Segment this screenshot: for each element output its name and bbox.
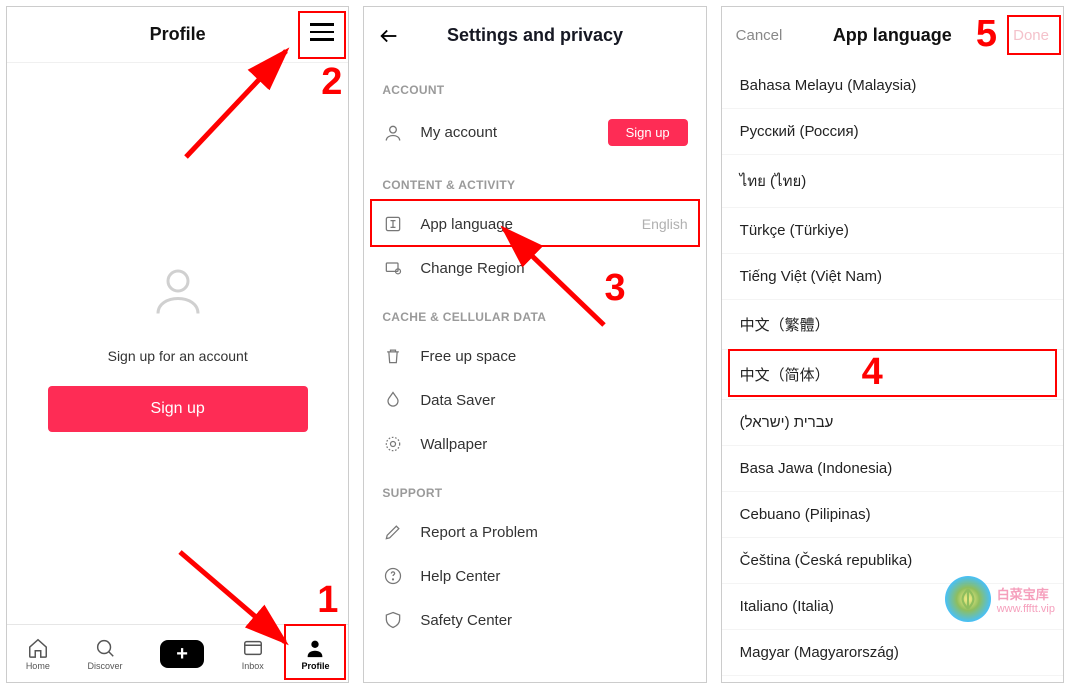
my-account-signup-button[interactable]: Sign up bbox=[608, 119, 688, 146]
region-icon bbox=[382, 258, 404, 278]
tab-discover[interactable]: Discover bbox=[87, 637, 122, 671]
tab-profile[interactable]: Profile bbox=[301, 637, 329, 671]
language-header: Cancel App language Done bbox=[722, 7, 1063, 63]
avatar-placeholder-icon bbox=[143, 256, 213, 326]
screen-profile: Profile Sign up for an account Sign up H… bbox=[6, 6, 349, 683]
pencil-icon bbox=[382, 522, 404, 542]
profile-body: Sign up for an account Sign up bbox=[7, 63, 348, 624]
language-option[interactable]: Magyar (Magyarország) bbox=[722, 630, 1063, 676]
help-icon bbox=[382, 566, 404, 586]
screen-settings: Settings and privacy ACCOUNT My account … bbox=[363, 6, 706, 683]
watermark-url: www.ffftt.vip bbox=[997, 603, 1055, 615]
plus-icon: + bbox=[176, 644, 188, 664]
watermark: 白菜宝库 www.ffftt.vip bbox=[945, 576, 1055, 622]
wallpaper-icon bbox=[382, 434, 404, 454]
row-safety-center-label: Safety Center bbox=[420, 612, 687, 629]
signup-button[interactable]: Sign up bbox=[48, 386, 308, 432]
language-option[interactable]: Basa Jawa (Indonesia) bbox=[722, 446, 1063, 492]
tab-discover-label: Discover bbox=[87, 661, 122, 671]
row-my-account-label: My account bbox=[420, 124, 591, 141]
home-icon bbox=[27, 637, 49, 659]
language-option[interactable]: 中文（简体） bbox=[722, 350, 1063, 400]
inbox-icon bbox=[242, 637, 264, 659]
row-wallpaper-label: Wallpaper bbox=[420, 436, 687, 453]
row-app-language[interactable]: App language English bbox=[364, 202, 705, 246]
language-option[interactable]: 中文（繁體） bbox=[722, 300, 1063, 350]
language-option[interactable]: Русский (Россия) bbox=[722, 109, 1063, 155]
section-account: ACCOUNT bbox=[364, 63, 705, 107]
row-my-account[interactable]: My account Sign up bbox=[364, 107, 705, 158]
done-button[interactable]: Done bbox=[1013, 27, 1049, 44]
settings-body: ACCOUNT My account Sign up CONTENT & ACT… bbox=[364, 63, 705, 682]
section-cache: CACHE & CELLULAR DATA bbox=[364, 290, 705, 334]
row-data-saver[interactable]: Data Saver bbox=[364, 378, 705, 422]
row-data-saver-label: Data Saver bbox=[420, 392, 687, 409]
watermark-orb-icon bbox=[945, 576, 991, 622]
droplet-icon bbox=[382, 390, 404, 410]
language-icon bbox=[382, 214, 404, 234]
row-safety-center[interactable]: Safety Center bbox=[364, 598, 705, 642]
language-option[interactable]: Türkçe (Türkiye) bbox=[722, 208, 1063, 254]
tab-home-label: Home bbox=[26, 661, 50, 671]
watermark-title: 白菜宝库 bbox=[997, 584, 1055, 603]
row-change-region[interactable]: Change Region bbox=[364, 246, 705, 290]
language-option[interactable]: Tiếng Việt (Việt Nam) bbox=[722, 254, 1063, 300]
profile-header: Profile bbox=[7, 7, 348, 63]
cancel-button[interactable]: Cancel bbox=[736, 27, 783, 44]
person-icon bbox=[382, 123, 404, 143]
screen-language: Cancel App language Done Bahasa Melayu (… bbox=[721, 6, 1064, 683]
tab-create-button[interactable]: + bbox=[160, 640, 204, 668]
row-free-up-space[interactable]: Free up space bbox=[364, 334, 705, 378]
row-report-problem-label: Report a Problem bbox=[420, 524, 687, 541]
language-option[interactable]: עברית (ישראל) bbox=[722, 400, 1063, 446]
hamburger-icon[interactable] bbox=[310, 23, 334, 43]
profile-icon bbox=[304, 637, 326, 659]
language-option[interactable]: Bahasa Melayu (Malaysia) bbox=[722, 63, 1063, 109]
row-app-language-value: English bbox=[642, 216, 688, 232]
section-support: SUPPORT bbox=[364, 466, 705, 510]
section-content: CONTENT & ACTIVITY bbox=[364, 158, 705, 202]
row-report-problem[interactable]: Report a Problem bbox=[364, 510, 705, 554]
settings-title: Settings and privacy bbox=[447, 25, 623, 46]
row-help-center-label: Help Center bbox=[420, 568, 687, 585]
language-title: App language bbox=[833, 25, 952, 46]
shield-icon bbox=[382, 610, 404, 630]
discover-icon bbox=[94, 637, 116, 659]
row-change-region-label: Change Region bbox=[420, 260, 687, 277]
row-wallpaper[interactable]: Wallpaper bbox=[364, 422, 705, 466]
row-free-up-space-label: Free up space bbox=[420, 348, 687, 365]
language-option[interactable]: Cebuano (Pilipinas) bbox=[722, 492, 1063, 538]
page-title: Profile bbox=[150, 24, 206, 45]
tab-profile-label: Profile bbox=[301, 661, 329, 671]
trash-icon bbox=[382, 346, 404, 366]
language-option[interactable]: ไทย (ไทย) bbox=[722, 155, 1063, 208]
row-help-center[interactable]: Help Center bbox=[364, 554, 705, 598]
row-app-language-label: App language bbox=[420, 216, 625, 233]
tab-inbox[interactable]: Inbox bbox=[242, 637, 264, 671]
tab-home[interactable]: Home bbox=[26, 637, 50, 671]
back-arrow-icon[interactable] bbox=[378, 25, 400, 52]
settings-header: Settings and privacy bbox=[364, 7, 705, 63]
tab-bar: Home Discover + Inbox Profile bbox=[7, 624, 348, 682]
signup-prompt: Sign up for an account bbox=[108, 348, 248, 364]
tab-inbox-label: Inbox bbox=[242, 661, 264, 671]
